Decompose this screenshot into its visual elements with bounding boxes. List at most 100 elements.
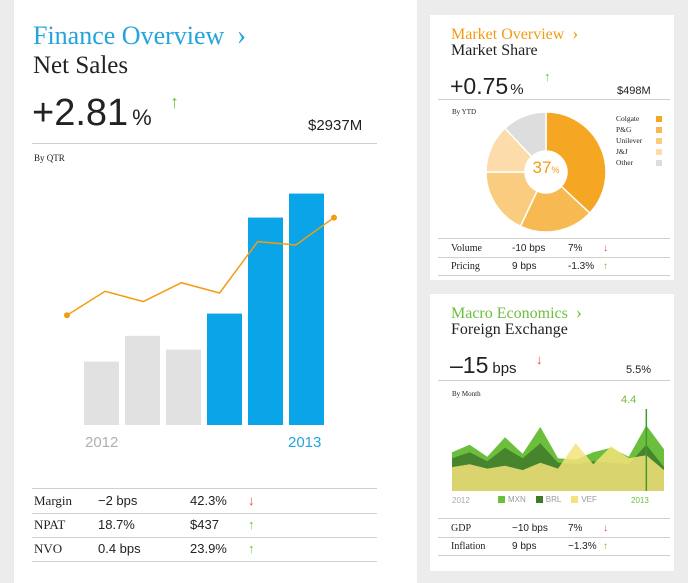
market-metrics-table: Volume -10 bps 7% ↓ Pricing 9 bps -1.3% ↑ — [438, 239, 670, 279]
metric-value-1: 18.7% — [98, 517, 135, 532]
finance-kpi: +2.81% — [32, 92, 152, 135]
arrow-up-icon: ↑ — [603, 541, 608, 552]
arrow-down-icon: ↓ — [603, 243, 608, 254]
market-section-title: Market Overview — [451, 26, 565, 43]
legend-label: P&G — [616, 125, 632, 134]
metric-label: Margin — [34, 493, 73, 508]
metric-value-1: -10 bps — [512, 243, 546, 254]
pie-legend: Colgate P&G Unilever J&J Other — [616, 114, 670, 169]
market-section-link[interactable]: Market Overview › — [451, 23, 578, 44]
arrow-up-icon: ↑ — [248, 517, 255, 532]
trend-point-end — [331, 214, 337, 221]
metric-value-2: 23.9% — [190, 541, 227, 556]
metric-label: Pricing — [451, 261, 480, 272]
metric-row: Volume -10 bps 7% ↓ — [438, 239, 670, 257]
metric-row: Margin −2 bps 42.3% ↓ — [32, 489, 377, 513]
legend-swatch — [656, 127, 662, 133]
legend-item: J&J — [616, 147, 670, 158]
legend-swatch — [535, 496, 543, 503]
macro-section-link[interactable]: Macro Economics › — [451, 302, 582, 323]
arrow-up-icon: ↑ — [248, 541, 255, 556]
net-sales-chart — [64, 193, 337, 425]
legend-item: Other — [616, 158, 670, 169]
trend-point-start — [64, 312, 70, 319]
bar-3 — [207, 313, 242, 425]
macro-section-title: Macro Economics — [451, 305, 568, 322]
market-total: $498M — [617, 85, 651, 97]
metric-row: Pricing 9 bps -1.3% ↑ — [438, 257, 670, 275]
finance-section-link[interactable]: Finance Overview › — [33, 20, 246, 52]
legend-label: Other — [616, 158, 634, 167]
arrow-up-icon: ↑ — [544, 69, 551, 84]
foreign-exchange-chart — [452, 409, 664, 491]
pie-center-label: 37% — [522, 158, 570, 178]
peak-value-label: 4.4 — [621, 394, 637, 406]
bar-2 — [166, 349, 201, 425]
arrow-down-icon: ↓ — [536, 352, 543, 367]
legend-swatch — [656, 160, 662, 166]
metric-row: NPAT 18.7% $437 ↑ — [32, 513, 377, 537]
chevron-right-icon: › — [575, 302, 582, 322]
metric-value-2: 7% — [568, 243, 583, 254]
finance-kpi-unit: % — [132, 105, 152, 130]
macro-total: 5.5% — [626, 364, 652, 376]
macro-year-start: 2012 — [452, 496, 470, 505]
legend-item: MXN — [498, 495, 526, 504]
divider — [438, 99, 670, 100]
bar-1 — [125, 335, 160, 425]
metric-label: Volume — [451, 243, 482, 254]
metric-row: Inflation 9 bps −1.3% ↑ — [438, 537, 670, 555]
macro-period-label: By Month — [452, 390, 481, 398]
finance-panel: Finance Overview › Net Sales +2.81% ↑ $2… — [14, 0, 417, 583]
macro-kpi: –15 bps — [450, 352, 517, 379]
divider — [32, 561, 377, 562]
divider — [438, 555, 670, 556]
bar-0 — [84, 361, 119, 425]
metric-row: NVO 0.4 bps 23.9% ↑ — [32, 537, 377, 561]
market-period-label: By YTD — [452, 108, 477, 116]
metric-value-1: −2 bps — [98, 493, 138, 508]
legend-label: Colgate — [616, 114, 640, 123]
finance-subtitle: Net Sales — [33, 52, 129, 79]
metric-label: NPAT — [34, 517, 66, 532]
macro-subtitle: Foreign Exchange — [451, 321, 568, 338]
macro-metrics-table: GDP −10 bps 7% ↓ Inflation 9 bps −1.3% ↑ — [438, 519, 670, 559]
chevron-right-icon: › — [572, 23, 579, 43]
legend-item: BRL — [535, 495, 562, 504]
legend-item: Unilever — [616, 136, 670, 147]
metric-value-2: −1.3% — [568, 541, 597, 552]
macro-panel: Macro Economics › Foreign Exchange –15 bp… — [430, 294, 674, 571]
metric-label: NVO — [34, 541, 63, 556]
finance-period-label: By QTR — [34, 153, 65, 163]
finance-section-title: Finance Overview — [33, 21, 225, 50]
legend-label: Unilever — [616, 136, 643, 145]
pie-center-value: 37 — [532, 158, 552, 177]
market-kpi-unit: % — [510, 81, 524, 98]
legend-label: BRL — [545, 495, 562, 504]
legend-item: VEF — [571, 495, 597, 504]
arrow-up-icon: ↑ — [170, 92, 179, 112]
macro-legend: MXN BRL VEF — [498, 495, 607, 504]
macro-year-end: 2013 — [631, 496, 649, 505]
legend-label: MXN — [508, 495, 526, 504]
legend-swatch — [656, 116, 662, 122]
finance-total: $2937M — [308, 117, 363, 134]
metric-row: GDP −10 bps 7% ↓ — [438, 519, 670, 537]
finance-metrics-table: Margin −2 bps 42.3% ↓ NPAT 18.7% $437 ↑ NVO 0.4 b… — [32, 489, 377, 562]
legend-swatch — [656, 138, 662, 144]
legend-swatch — [498, 496, 505, 503]
metric-value-2: $437 — [190, 517, 219, 532]
metric-label: Inflation — [451, 541, 486, 552]
metric-value-1: 9 bps — [512, 541, 537, 552]
macro-kpi-value: –15 — [450, 352, 489, 378]
metric-value-2: 7% — [568, 523, 583, 534]
market-kpi: +0.75% — [450, 73, 524, 100]
divider — [438, 380, 670, 381]
chevron-right-icon: › — [236, 20, 247, 51]
pie-center-unit: % — [551, 165, 560, 175]
market-kpi-value: +0.75 — [450, 73, 509, 99]
legend-swatch — [656, 149, 662, 155]
market-subtitle: Market Share — [451, 42, 538, 59]
metric-label: GDP — [451, 523, 472, 534]
legend-swatch — [571, 496, 579, 503]
